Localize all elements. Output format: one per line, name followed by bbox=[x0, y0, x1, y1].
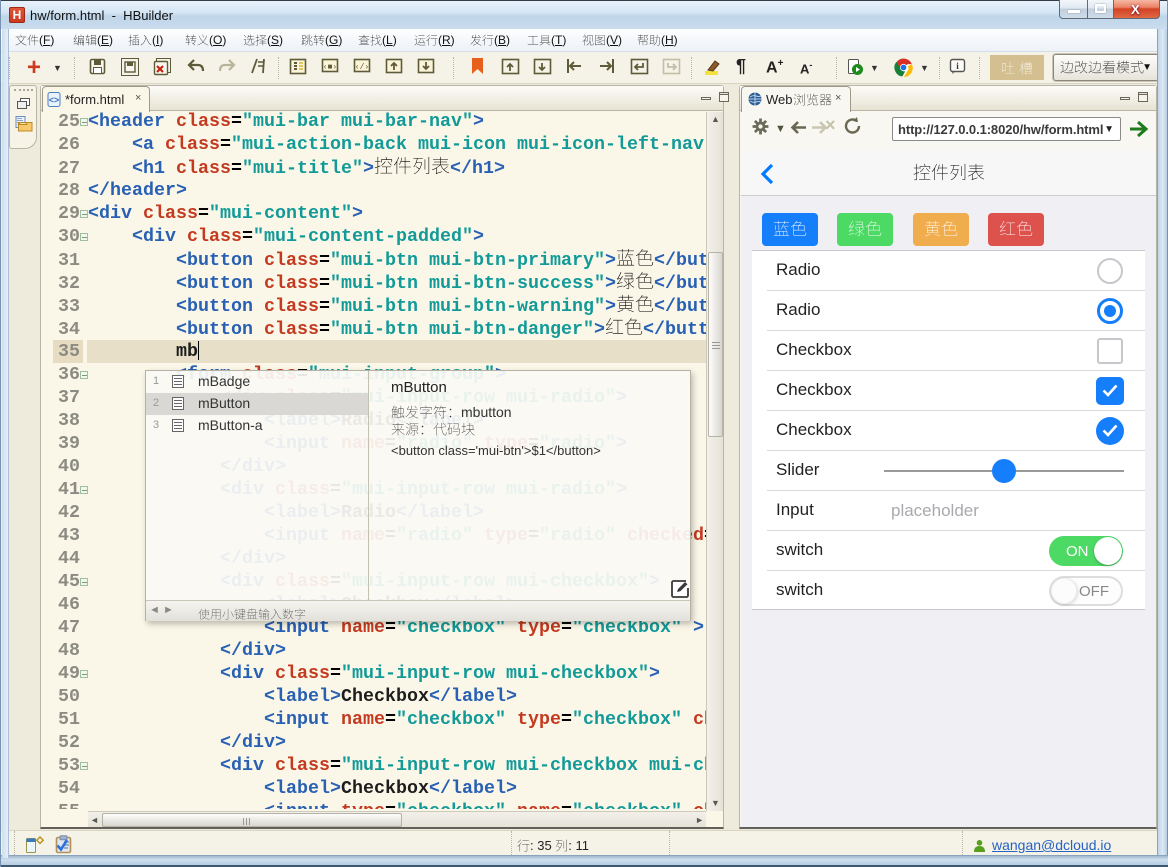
svg-text:‹■›: ‹■› bbox=[323, 63, 337, 72]
svg-text:<>: <> bbox=[49, 95, 60, 105]
svg-text:‹/›: ‹/› bbox=[355, 63, 369, 72]
